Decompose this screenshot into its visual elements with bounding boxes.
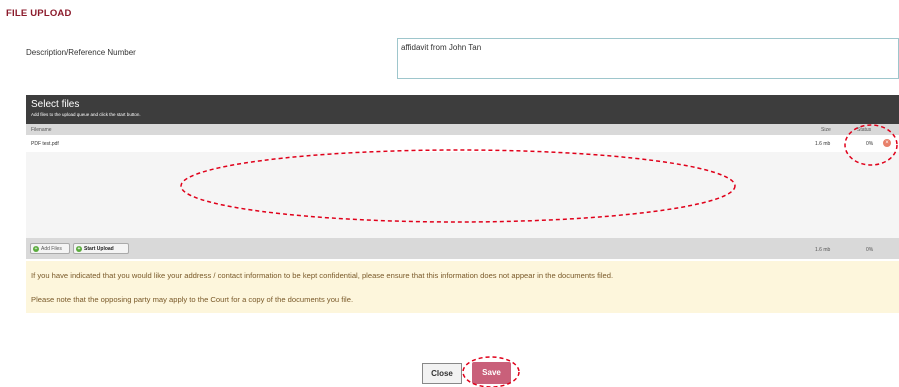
page-title: FILE UPLOAD bbox=[6, 8, 72, 19]
uploader-title: Select files bbox=[31, 99, 80, 110]
column-filename: Filename bbox=[31, 127, 52, 133]
file-size: 1.6 mb bbox=[815, 141, 831, 147]
uploader-footer: + Add Files + Start Upload 1.6 mb 0% bbox=[26, 238, 899, 259]
total-size: 1.6 mb bbox=[815, 247, 831, 253]
save-button[interactable]: Save bbox=[472, 362, 511, 384]
file-row: PDF test.pdf 1.6 mb 0% × bbox=[26, 135, 899, 152]
file-name: PDF test.pdf bbox=[31, 141, 59, 147]
file-list: PDF test.pdf 1.6 mb 0% × bbox=[26, 135, 899, 238]
plus-circle-icon: + bbox=[76, 246, 82, 252]
uploader-header: Select files Add files to the upload que… bbox=[26, 95, 899, 124]
close-button[interactable]: Close bbox=[422, 363, 462, 384]
uploader-subtitle: Add files to the upload queue and click … bbox=[31, 112, 141, 117]
confidentiality-notice: If you have indicated that you would lik… bbox=[26, 261, 899, 313]
column-size: Size bbox=[821, 127, 831, 133]
start-upload-button[interactable]: + Start Upload bbox=[73, 243, 129, 254]
description-input[interactable]: affidavit from John Tan bbox=[397, 38, 899, 79]
file-status: 0% bbox=[866, 141, 874, 147]
file-table-header: Filename Size Status bbox=[26, 124, 899, 135]
column-status: Status bbox=[857, 127, 872, 133]
total-status: 0% bbox=[866, 247, 874, 253]
notice-line-1: If you have indicated that you would lik… bbox=[31, 271, 614, 280]
add-files-label: Add Files bbox=[41, 246, 62, 252]
notice-line-2: Please note that the opposing party may … bbox=[31, 295, 354, 304]
add-files-button[interactable]: + Add Files bbox=[30, 243, 70, 254]
description-value: affidavit from John Tan bbox=[401, 43, 482, 52]
start-upload-label: Start Upload bbox=[84, 246, 114, 252]
description-label: Description/Reference Number bbox=[26, 48, 136, 57]
file-uploader: Select files Add files to the upload que… bbox=[26, 95, 899, 259]
plus-circle-icon: + bbox=[33, 246, 39, 252]
remove-icon[interactable]: × bbox=[883, 139, 891, 147]
